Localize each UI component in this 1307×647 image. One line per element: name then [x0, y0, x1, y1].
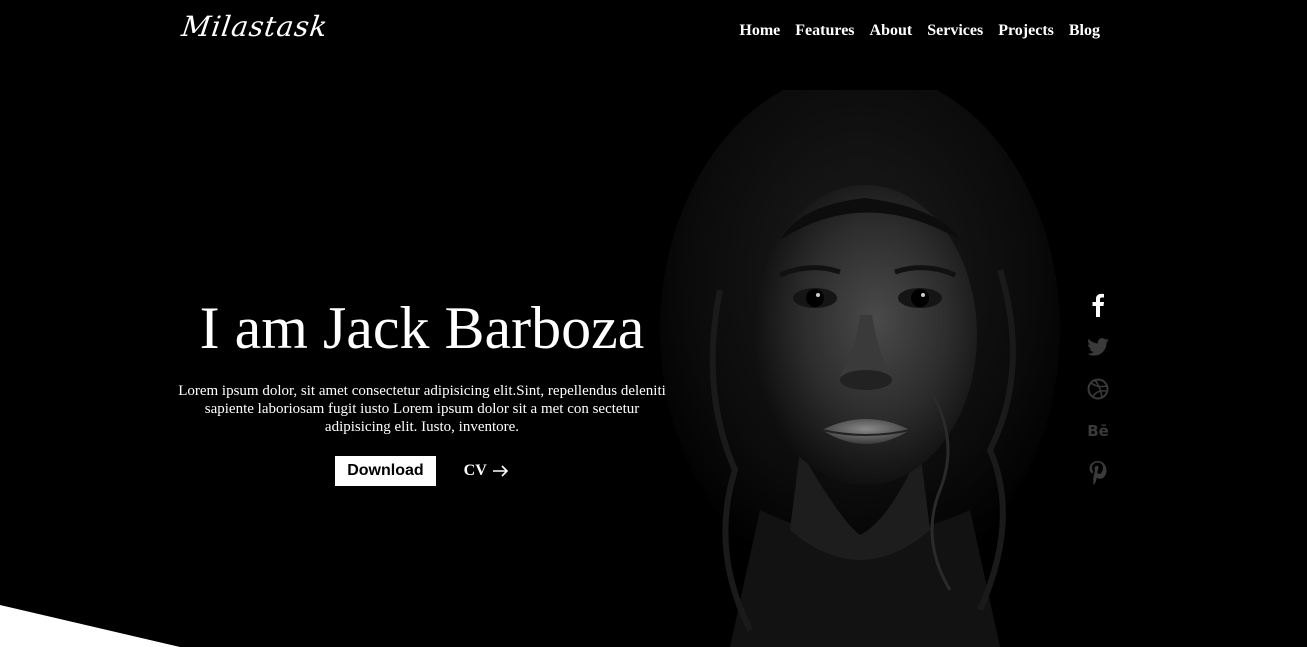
dribbble-icon[interactable] — [1086, 376, 1110, 402]
arrow-right-icon — [492, 465, 508, 477]
hero-portrait — [660, 90, 1060, 647]
twitter-icon[interactable] — [1086, 334, 1110, 360]
hero-description: Lorem ipsum dolor, sit amet consectetur … — [178, 383, 666, 435]
hero-section: I am Jack Barboza Lorem ipsum dolor, sit… — [176, 290, 668, 486]
facebook-icon[interactable] — [1086, 292, 1110, 318]
cv-label: CV — [463, 462, 487, 479]
site-logo[interactable]: Milastask — [180, 10, 331, 43]
behance-icon-text: Bē — [1087, 422, 1109, 440]
hero-title: I am Jack Barboza — [199, 295, 645, 361]
main-nav: Home Features About Services Projects Bl… — [739, 22, 1100, 40]
nav-item-projects[interactable]: Projects — [998, 22, 1054, 40]
nav-item-about[interactable]: About — [870, 22, 913, 40]
behance-icon[interactable]: Bē — [1086, 418, 1110, 444]
bottom-wedge-decoration — [0, 605, 180, 647]
nav-item-home[interactable]: Home — [739, 22, 780, 40]
download-button[interactable]: Download — [335, 456, 436, 486]
hero-actions: Download CV — [176, 456, 668, 486]
social-links: Bē — [1086, 292, 1110, 486]
cv-link[interactable]: CV — [464, 462, 509, 480]
nav-item-blog[interactable]: Blog — [1069, 22, 1100, 40]
pinterest-icon[interactable] — [1086, 460, 1110, 486]
nav-item-services[interactable]: Services — [927, 22, 983, 40]
nav-item-features[interactable]: Features — [795, 22, 854, 40]
